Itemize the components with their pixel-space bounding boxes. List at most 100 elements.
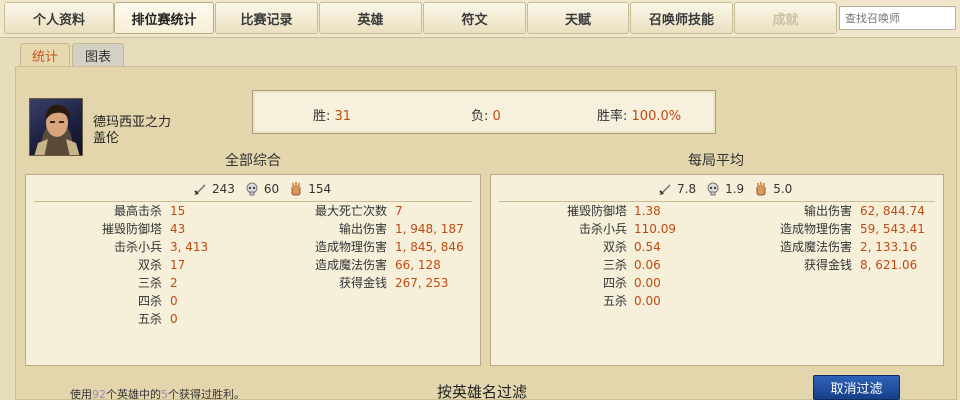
stat-label: 四杀 [602,276,627,290]
stat-value: 0.06 [634,258,661,272]
stat-row: 造成魔法伤害 66, 128 [250,256,470,274]
stat-value: 0.54 [634,240,661,254]
stat-value: 267, 253 [395,276,449,290]
stat-value: 1.38 [634,204,661,218]
totals-kda: 243 60 154 [192,181,340,197]
win-rate-label: 胜率: [597,109,628,124]
tab-profile[interactable]: 个人资料 [4,2,114,34]
usage-middle: 个英雄中的 [106,388,161,400]
tab-talents[interactable]: 天赋 [527,2,629,34]
stat-label: 双杀 [602,240,627,254]
champion-name: 盖伦 [93,131,120,146]
stat-label: 五杀 [602,294,627,308]
summoner-search-input[interactable] [839,6,956,30]
totals-kills: 243 [212,182,235,196]
stat-label: 摧毁防御塔 [566,204,627,218]
stat-row: 四杀 0.00 [490,274,790,292]
wins-label: 胜: [313,109,331,124]
stat-value: 8, 621.06 [860,258,918,272]
stat-label: 双杀 [137,258,162,272]
totals-deaths: 60 [263,182,280,196]
losses-label: 负: [471,109,489,124]
stat-label: 获得金钱 [338,276,387,290]
stat-label: 摧毁防御塔 [101,222,162,236]
stat-label: 击杀小兵 [113,240,162,254]
stat-row: 造成物理伤害 59, 543.41 [715,220,940,238]
totals-assists: 154 [308,182,332,196]
wins-value: 31 [334,109,352,124]
usage-suffix: 个获得过胜利。 [168,388,245,400]
skull-icon [707,182,719,196]
stat-label: 造成魔法伤害 [779,240,852,254]
tab-match-history[interactable]: 比赛记录 [215,2,318,34]
win-loss-summary: 胜: 31 负: 0 胜率: 100.0% [252,90,716,134]
stat-value: 7 [395,204,403,218]
tab-runes[interactable]: 符文 [423,2,526,34]
average-deaths: 1.9 [725,182,745,196]
stat-label: 五杀 [137,312,162,326]
stat-label: 输出伤害 [338,222,387,236]
stat-row: 输出伤害 1, 948, 187 [250,220,470,238]
stat-row: 获得金钱 267, 253 [250,274,470,292]
hand-icon [756,182,766,196]
stat-label: 击杀小兵 [578,222,627,236]
stat-row: 五杀 0.00 [490,292,790,310]
stat-label: 获得金钱 [803,258,852,272]
hand-icon [291,182,301,196]
average-assists: 5.0 [773,182,793,196]
stat-value: 3, 413 [170,240,209,254]
top-navigation: 个人资料 排位赛统计 比赛记录 英雄 符文 天赋 召唤师技能 成就 [0,0,960,38]
stat-row: 输出伤害 62, 844.74 [715,202,940,220]
stat-value: 59, 543.41 [860,222,925,236]
used-count: 92 [92,388,106,400]
stat-label: 三杀 [137,276,162,290]
stat-label: 最大死亡次数 [314,204,387,218]
stat-value: 110.09 [634,222,676,236]
stat-row: 获得金钱 8, 621.06 [715,256,940,274]
win-rate-value: 100.0% [631,109,682,124]
stat-label: 造成物理伤害 [779,222,852,236]
skull-icon [246,182,258,196]
stat-value: 2 [170,276,178,290]
filter-by-champion-title: 按英雄名过滤 [437,383,528,400]
subtab-stats[interactable]: 统计 [20,43,70,67]
stat-label: 造成魔法伤害 [314,258,387,272]
stat-value: 15 [170,204,186,218]
champion-title: 德玛西亚之力 [93,115,172,130]
cancel-filter-button[interactable]: 取消过滤 [813,375,900,400]
average-kills: 7.8 [677,182,697,196]
usage-prefix: 使用 [70,388,92,400]
sword-icon [659,184,670,195]
stat-value: 43 [170,222,186,236]
stat-row: 五杀 0 [25,310,425,328]
tab-ranked-stats[interactable]: 排位赛统计 [114,2,214,34]
stat-value: 2, 133.16 [860,240,918,254]
stat-row: 四杀 0 [25,292,425,310]
tab-achievements[interactable]: 成就 [734,2,837,34]
sword-icon [194,184,205,195]
stat-value: 62, 844.74 [860,204,925,218]
stat-value: 0.00 [634,276,661,290]
stat-row: 造成物理伤害 1, 845, 846 [250,238,470,256]
losses-value: 0 [492,109,501,124]
tab-champions[interactable]: 英雄 [319,2,422,34]
stat-value: 1, 845, 846 [395,240,464,254]
stat-label: 输出伤害 [803,204,852,218]
stat-label: 四杀 [137,294,162,308]
tab-summoner-spells[interactable]: 召唤师技能 [630,2,733,34]
stat-value: 0 [170,294,178,308]
stat-value: 0 [170,312,178,326]
subtab-charts[interactable]: 图表 [72,43,124,67]
totals-title: 全部综合 [225,153,281,169]
stat-row: 最大死亡次数 7 [250,202,470,220]
average-kda: 7.8 1.9 5.0 [657,181,801,197]
champion-portrait [29,98,83,156]
stat-value: 1, 948, 187 [395,222,464,236]
stat-label: 三杀 [602,258,627,272]
won-count: 5 [161,388,168,400]
champion-usage-note: 使用92个英雄中的5个获得过胜利。 [70,386,245,400]
stat-value: 0.00 [634,294,661,308]
stat-label: 最高击杀 [113,204,162,218]
stat-value: 66, 128 [395,258,441,272]
stat-label: 造成物理伤害 [314,240,387,254]
